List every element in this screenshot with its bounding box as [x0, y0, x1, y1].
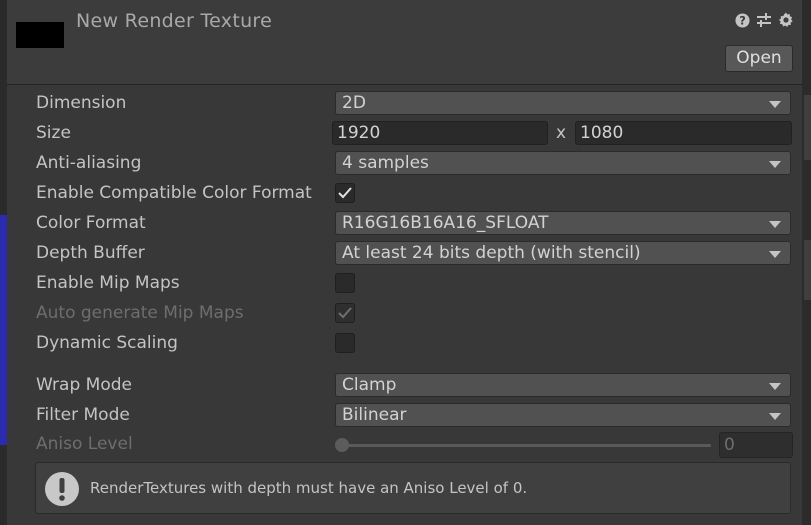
dynamic-scaling-label: Dynamic Scaling: [36, 333, 178, 353]
inspector-header: New Render Texture ? Open: [7, 0, 802, 85]
checkmark-icon: [338, 187, 352, 199]
dropdown-arrow-icon: [769, 101, 781, 108]
row-color-format: Color Format R16G16B16A16_SFLOAT: [7, 210, 802, 236]
row-depth-buffer: Depth Buffer At least 24 bits depth (wit…: [7, 240, 802, 266]
gear-icon[interactable]: [778, 12, 794, 28]
checkmark-icon: [338, 307, 352, 319]
anti-aliasing-dropdown[interactable]: 4 samples: [335, 151, 791, 175]
size-separator: x: [556, 123, 567, 143]
size-height-input[interactable]: 1080: [575, 121, 792, 145]
anti-aliasing-value: 4 samples: [342, 153, 429, 173]
wrap-mode-label: Wrap Mode: [36, 375, 132, 395]
inspector-body: Dimension 2D Size 1920 x 1080 Anti-alias…: [7, 85, 802, 525]
scrollbar-thumb[interactable]: [804, 95, 811, 160]
aniso-level-label: Aniso Level: [36, 434, 133, 454]
color-format-value: R16G16B16A16_SFLOAT: [342, 213, 549, 233]
scrollbar-thumb-secondary[interactable]: [804, 240, 811, 300]
row-dimension: Dimension 2D: [7, 90, 802, 116]
aniso-level-slider-knob: [335, 438, 349, 452]
left-panel-edge: [0, 0, 7, 525]
filter-mode-value: Bilinear: [342, 405, 407, 425]
compatible-color-label: Enable Compatible Color Format: [36, 183, 312, 203]
row-compatible-color: Enable Compatible Color Format: [7, 180, 802, 206]
header-icons: ?: [734, 12, 794, 28]
row-aniso-level: Aniso Level 0: [7, 431, 802, 458]
dropdown-arrow-icon: [769, 413, 781, 420]
wrap-mode-dropdown[interactable]: Clamp: [335, 373, 791, 397]
row-filter-mode: Filter Mode Bilinear: [7, 402, 802, 428]
mip-maps-label: Enable Mip Maps: [36, 273, 180, 293]
row-size: Size 1920 x 1080: [7, 120, 802, 146]
aniso-level-slider-track: [342, 444, 711, 447]
dropdown-arrow-icon: [769, 251, 781, 258]
depth-buffer-dropdown[interactable]: At least 24 bits depth (with stencil): [335, 241, 791, 265]
asset-title: New Render Texture: [76, 10, 273, 32]
row-anti-aliasing: Anti-aliasing 4 samples: [7, 150, 802, 176]
warning-help-box: RenderTextures with depth must have an A…: [35, 462, 791, 514]
dropdown-arrow-icon: [769, 383, 781, 390]
depth-buffer-label: Depth Buffer: [36, 243, 145, 263]
filter-mode-dropdown[interactable]: Bilinear: [335, 403, 791, 427]
depth-buffer-value: At least 24 bits depth (with stencil): [342, 243, 641, 263]
row-mip-maps: Enable Mip Maps: [7, 270, 802, 296]
color-format-label: Color Format: [36, 213, 146, 233]
compatible-color-checkbox[interactable]: [335, 183, 355, 203]
dropdown-arrow-icon: [769, 161, 781, 168]
warning-icon: [45, 472, 79, 506]
row-wrap-mode: Wrap Mode Clamp: [7, 372, 802, 398]
row-dynamic-scaling: Dynamic Scaling: [7, 330, 802, 356]
color-format-dropdown[interactable]: R16G16B16A16_SFLOAT: [335, 211, 791, 235]
anti-aliasing-label: Anti-aliasing: [36, 153, 142, 173]
open-button[interactable]: Open: [725, 45, 793, 72]
dimension-label: Dimension: [36, 93, 127, 113]
texture-preview-thumbnail: [16, 22, 64, 48]
help-icon[interactable]: ?: [734, 12, 750, 28]
size-width-input[interactable]: 1920: [332, 121, 548, 145]
auto-mip-label: Auto generate Mip Maps: [36, 303, 244, 323]
preset-sliders-icon[interactable]: [756, 12, 772, 28]
warning-message: RenderTextures with depth must have an A…: [90, 479, 528, 497]
wrap-mode-value: Clamp: [342, 375, 397, 395]
mip-maps-checkbox[interactable]: [335, 273, 355, 293]
aniso-level-input: 0: [719, 432, 793, 458]
row-auto-mip: Auto generate Mip Maps: [7, 300, 802, 326]
dropdown-arrow-icon: [769, 221, 781, 228]
scene-view-sliver: [0, 215, 7, 445]
dimension-value: 2D: [342, 93, 366, 113]
filter-mode-label: Filter Mode: [36, 405, 130, 425]
scrollbar-track[interactable]: [802, 0, 811, 525]
dynamic-scaling-checkbox[interactable]: [335, 333, 355, 353]
auto-mip-checkbox: [335, 303, 355, 323]
svg-text:?: ?: [739, 14, 746, 27]
size-label: Size: [36, 123, 71, 143]
dimension-dropdown[interactable]: 2D: [335, 91, 791, 115]
